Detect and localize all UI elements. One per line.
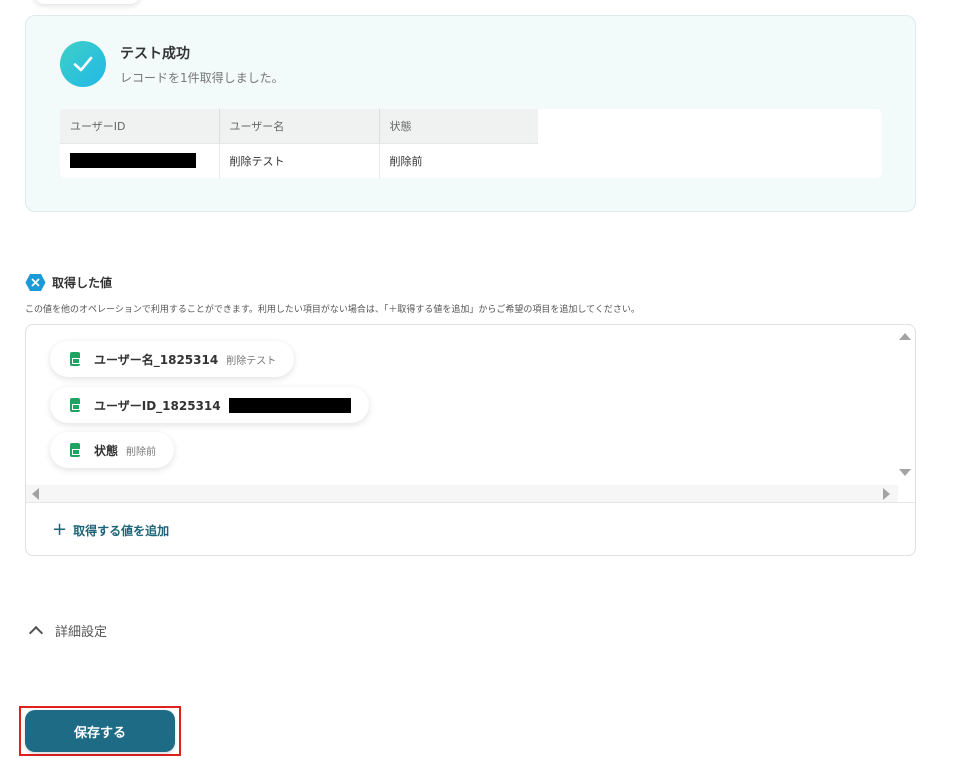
add-value-label: 取得する値を追加: [73, 523, 170, 538]
advanced-settings-label: 詳細設定: [55, 624, 108, 640]
result-table-wrap: ユーザーID ユーザー名 状態 削除テスト 削除前: [60, 109, 882, 178]
acquired-values-scroll-area[interactable]: ユーザー名_1825314 削除テスト ユーザーID_1825314 状態 削除…: [26, 325, 915, 503]
acquired-values-title: 取得した値: [52, 276, 113, 290]
scroll-up-arrow-icon[interactable]: [899, 333, 911, 340]
advanced-settings-toggle[interactable]: 詳細設定: [28, 619, 108, 641]
scroll-left-arrow-icon[interactable]: [32, 488, 39, 500]
redacted-value: [228, 397, 351, 413]
chip-value: 削除前: [126, 446, 157, 458]
table-cell-status: 削除前: [389, 154, 423, 168]
table-header-user-id: ユーザーID: [60, 109, 220, 144]
table-header-user-name: ユーザー名: [219, 109, 380, 144]
table-cell-user-id: [60, 143, 220, 178]
success-title: テスト成功: [120, 46, 190, 62]
value-chip-user-name[interactable]: ユーザー名_1825314 削除テスト: [50, 341, 295, 377]
acquired-values-box: ユーザー名_1825314 削除テスト ユーザーID_1825314 状態 削除…: [25, 324, 916, 556]
result-table: ユーザーID ユーザー名 状態 削除テスト 削除前: [60, 109, 538, 178]
value-chip-status[interactable]: 状態 削除前: [50, 432, 175, 468]
plus-icon: +: [52, 519, 68, 540]
acquired-values-icon: [25, 273, 46, 292]
acquired-values-description: この値を他のオペレーションで利用することができます。利用したい項目がない場合は、…: [25, 305, 640, 315]
spreadsheet-icon: [70, 352, 80, 366]
add-acquired-value-button[interactable]: + 取得する値を追加: [52, 519, 169, 541]
previous-section-edge: [34, 0, 140, 4]
table-cell-user-name: 削除テスト: [219, 143, 380, 178]
page: テスト成功 レコードを1件取得しました。 ユーザーID ユーザー名 状態 削除テ…: [0, 0, 953, 758]
chip-label: 状態: [94, 443, 119, 458]
check-icon: [60, 41, 106, 87]
spreadsheet-icon: [70, 443, 80, 457]
success-subtitle: レコードを1件取得しました。: [120, 71, 284, 85]
chip-label: ユーザー名_1825314: [94, 352, 219, 367]
redacted-value: [70, 153, 196, 169]
chevron-up-icon: [28, 625, 44, 640]
table-header-row: ユーザーID ユーザー名 状態: [60, 109, 538, 144]
table-row: 削除テスト 削除前: [60, 143, 538, 178]
chip-value: 削除テスト: [226, 355, 277, 367]
value-chip-user-id[interactable]: ユーザーID_1825314: [50, 387, 369, 423]
scroll-right-arrow-icon[interactable]: [883, 488, 890, 500]
test-success-card: テスト成功 レコードを1件取得しました。 ユーザーID ユーザー名 状態 削除テ…: [25, 15, 916, 212]
table-header-status: 状態: [379, 109, 538, 144]
chip-label: ユーザーID_1825314: [94, 398, 221, 413]
horizontal-scrollbar[interactable]: [26, 485, 898, 502]
spreadsheet-icon: [70, 398, 80, 412]
save-button[interactable]: 保存する: [25, 710, 175, 752]
scroll-down-arrow-icon[interactable]: [899, 469, 911, 476]
